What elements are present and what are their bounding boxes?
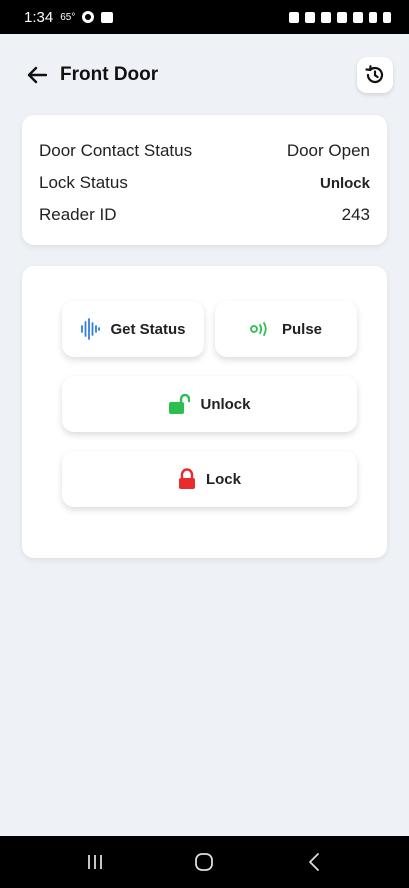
info-value: Door Open [286,141,370,160]
lock-button[interactable]: Lock [62,451,357,507]
info-label: Lock Status [39,173,128,192]
status-bar-right [289,11,391,23]
door-info-card: Door Contact Status Door Open Lock Statu… [22,115,387,245]
lock-notify-icon [289,11,299,23]
info-label: Door Contact Status [39,141,193,160]
info-label: Reader ID [39,205,117,224]
status-temperature: 65° [60,11,76,23]
recents-button[interactable] [75,842,115,882]
pulse-button[interactable]: Pulse [215,301,357,357]
notification-icon [82,11,95,23]
home-button[interactable] [184,842,224,882]
gallery-icon [101,11,114,23]
get-status-label: Get Status [110,320,186,338]
bluetooth-icon [321,11,331,23]
system-back-button[interactable] [294,842,334,882]
history-icon [365,65,384,84]
header: Front Door [0,48,409,104]
status-time: 1:34 [24,8,54,26]
back-icon [309,853,320,871]
mute-icon [337,11,347,23]
info-value: Unlock [319,174,370,192]
unlock-button[interactable]: Unlock [62,376,357,432]
info-value: 243 [341,205,370,224]
page-title: Front Door [60,64,159,85]
locked-padlock-icon [178,468,195,489]
recents-icon [87,855,102,869]
alarm-icon [305,11,315,23]
unlocked-padlock-icon [169,393,191,414]
lock-label: Lock [205,470,241,488]
status-bar-left: 1:34 65° [24,8,114,26]
get-status-button[interactable]: Get Status [62,301,204,357]
unlock-label: Unlock [200,395,251,413]
status-bar: 1:34 65° [0,0,409,34]
info-row-door-contact: Door Contact Status Door Open [39,135,370,167]
system-nav-bar [0,836,409,888]
info-row-reader-id: Reader ID 243 [39,199,370,231]
wifi-icon [353,11,363,23]
signal-icon [369,11,377,23]
actions-card: Get Status Pulse Unlock Lock [22,266,387,558]
arrow-left-icon [27,66,47,84]
history-button[interactable] [357,57,393,93]
home-icon [195,853,214,871]
back-button[interactable] [24,62,50,88]
sound-wave-icon [81,318,101,340]
battery-icon [383,11,391,23]
pulse-signal-icon [250,322,267,336]
pulse-label: Pulse [281,320,323,338]
info-row-lock-status: Lock Status Unlock [39,167,370,199]
